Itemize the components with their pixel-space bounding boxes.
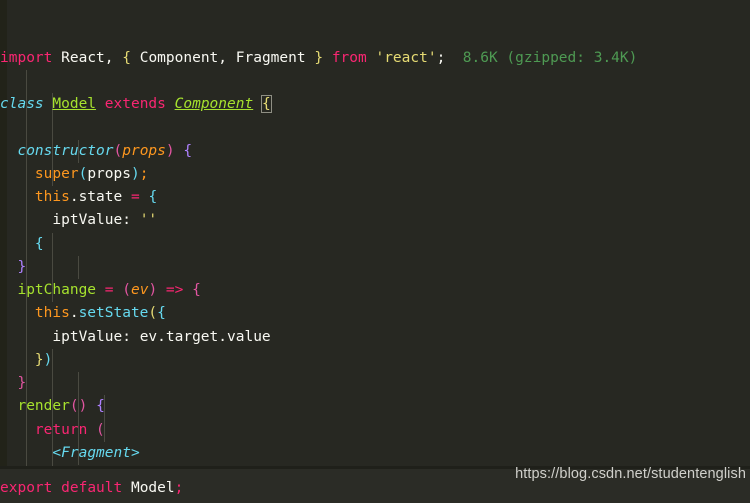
code-line[interactable]: this.state = {: [0, 116, 750, 205]
token-object-key-iptvalue: iptValue:: [52, 212, 131, 229]
token-brace-close: }: [17, 375, 27, 391]
token-param-props: props: [122, 142, 166, 159]
indent-guide: [26, 69, 27, 93]
token-keyword-export: export: [0, 480, 53, 496]
token-brace-close: }: [34, 351, 44, 368]
code-line-text: render() {: [0, 395, 750, 418]
token-operator-assign: =: [130, 189, 140, 205]
token-brace-open: {: [122, 49, 131, 66]
code-line-text: <input value={this.state.iptValue} onCha…: [0, 465, 750, 466]
token-param-ev: ev: [130, 282, 149, 298]
token-dot: .: [69, 305, 79, 322]
token-method-constructor: constructor: [17, 142, 114, 159]
token-brace-open: {: [183, 142, 193, 159]
token-operator-arrow: =>: [165, 282, 184, 298]
indent-guides: [0, 116, 750, 140]
token-semicolon: ;: [174, 480, 184, 496]
token-jsx-angle-close: >: [130, 444, 140, 461]
token-import-component: Component: [139, 49, 219, 66]
token-keyword-return: return: [34, 421, 88, 438]
token-brace-open: {: [157, 305, 166, 322]
token-parens-empty: (): [69, 398, 88, 415]
editor-surface[interactable]: import React, { Component, Fragment } fr…: [0, 0, 750, 466]
token-call-super: super: [34, 165, 79, 182]
token-brace-open: {: [192, 282, 201, 298]
token-import-fragment: Fragment: [235, 49, 306, 66]
token-brace-open: {: [96, 398, 105, 415]
token-brace-close: }: [314, 49, 324, 66]
token-paren-open: (: [122, 282, 131, 298]
indent-guides: [0, 69, 750, 93]
token-semicolon: ;: [436, 49, 446, 66]
code-line-text: }: [0, 256, 750, 279]
indent-guide: [26, 116, 27, 140]
token-paren-close: ): [148, 282, 158, 298]
token-keyword-class: class: [0, 96, 44, 112]
code-line-text: iptChange = (ev) => {: [0, 279, 750, 302]
token-paren-close: ): [43, 351, 53, 368]
code-line-text: {: [0, 233, 750, 256]
code-line-text: }: [0, 372, 750, 395]
code-editor-screenshot: import React, { Component, Fragment } fr…: [0, 0, 750, 503]
token-keyword-extends: extends: [104, 96, 166, 112]
code-line-text: return (: [0, 419, 750, 442]
token-method-render: render: [17, 398, 70, 415]
token-string-module: 'react': [375, 49, 437, 66]
code-line-text: }): [0, 349, 750, 372]
token-keyword-from: from: [331, 49, 367, 66]
code-line-text: iptValue: ev.target.value: [0, 326, 750, 349]
token-comma: ,: [104, 49, 114, 66]
bottom-panel[interactable]: export default Model; https://blog.csdn.…: [0, 466, 750, 503]
code-line-text: super(props);: [0, 163, 750, 186]
code-line-text: import React, { Component, Fragment } fr…: [0, 47, 750, 70]
code-line[interactable]: [0, 23, 750, 46]
token-operator-assign: =: [104, 282, 114, 298]
token-keyword-default: default: [61, 480, 123, 496]
code-line-text: this.state = {: [0, 186, 750, 209]
token-comma-2: ,: [218, 49, 228, 66]
bundle-size-note: 8.6K (gzipped: 3.4K): [462, 49, 638, 66]
token-brace-close: {: [34, 235, 44, 252]
token-keyword-import: import: [0, 49, 53, 66]
token-paren-open: (: [113, 142, 123, 159]
token-identifier-react: React: [61, 49, 105, 66]
token-paren-open: (: [78, 165, 88, 182]
code-line-text: class Model extends Component {: [0, 93, 750, 116]
token-string-empty: '': [139, 212, 158, 229]
indent-guide: [52, 116, 53, 140]
token-brace-open-matched: {: [260, 95, 272, 113]
token-paren-open: (: [96, 421, 105, 438]
token-jsx-angle-open: <: [52, 444, 62, 461]
token-paren-close: ): [165, 142, 175, 159]
token-keyword-this: this: [34, 305, 70, 322]
code-line-text: <Fragment>: [0, 442, 750, 465]
code-content[interactable]: import React, { Component, Fragment } fr…: [0, 0, 750, 466]
code-line-text: iptValue: '': [0, 209, 750, 232]
token-jsx-tag-fragment: Fragment: [61, 444, 131, 461]
token-object-key-iptvalue: iptValue:: [52, 328, 131, 345]
token-base-class: Component: [174, 96, 254, 112]
token-semicolon: ;: [139, 165, 149, 182]
code-line-text: this.setState({: [0, 302, 750, 325]
token-property-state: .state: [69, 189, 123, 205]
token-paren-open: (: [148, 305, 158, 322]
token-method-setstate: setState: [78, 305, 149, 322]
code-line[interactable]: import React, { Component, Fragment } fr…: [0, 0, 750, 66]
token-identifier-model: Model: [130, 480, 175, 496]
token-field-iptchange: iptChange: [17, 282, 97, 298]
token-arg-props: props: [87, 165, 131, 182]
token-class-name: Model: [52, 96, 97, 112]
token-brace-close: }: [17, 258, 27, 275]
watermark-url: https://blog.csdn.net/studentenglish: [515, 466, 746, 482]
code-line-text: constructor(props) {: [0, 140, 750, 163]
code-line[interactable]: constructor(props) {: [0, 69, 750, 159]
token-brace-open: {: [148, 189, 158, 205]
token-paren-close: ): [130, 165, 140, 182]
token-keyword-this: this: [34, 189, 70, 205]
bottom-code-line: export default Model;: [0, 478, 183, 498]
token-expression-ev-target-value: ev.target.value: [139, 328, 271, 345]
